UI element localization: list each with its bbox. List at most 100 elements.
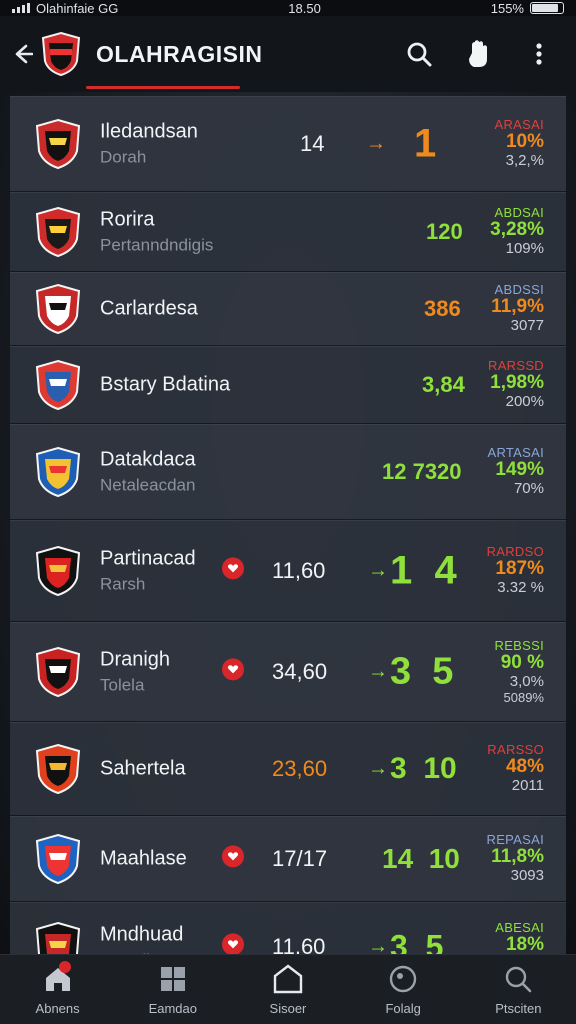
team-names: Bstary Bdatina [100,374,230,397]
team-row[interactable]: Partinacad Rarsh 11,60 → 1 4 RARDSO 187% 3.32 % [10,520,566,622]
stat-code: ABESAI [495,920,544,936]
club-logo [40,31,82,77]
match-score: 11,60 [272,558,326,583]
team-row[interactable]: Maahlase 17/17 14 10 REPASAI 11,8% 3093 [10,816,566,902]
stat-secondary: 3093 [510,867,544,885]
more-vertical-icon[interactable] [516,31,562,77]
nav-label: Abnens [35,1001,80,1016]
team-row[interactable]: Dranigh Tolela 34,60 → 3 5 REBSSI 90 % 3,0% 5089… [10,622,566,722]
team-name: Datakdaca [100,448,196,471]
team-row[interactable]: Rorira Pertanndndigis 120 ABDSAI 3,28% 109% [10,192,566,272]
team-row[interactable]: Iledandsan Dorah 14 → 1 ARASAI 10% 3,2,% [10,96,566,192]
team-name: Sahertela [100,757,186,780]
points-value: 3 5 [390,650,454,693]
stat-block: ARASAI 10% 3,2,% [495,117,544,170]
target-icon [386,963,420,995]
team-row[interactable]: Datakdaca Netaleacdan 12 7320 ARTASAI 149% 70… [10,424,566,520]
stat-percent: 90 % [500,652,544,674]
search-icon[interactable] [396,31,442,77]
team-subtitle: Rarsh [100,574,146,594]
points-value: 386 [424,296,461,321]
stat-code: REBSSI [494,638,544,654]
points-value: 12 7320 [382,459,462,484]
stat-code: RARSSO [487,742,544,758]
team-name: Iledandsan [100,120,198,143]
team-names: Rorira Pertanndndigis [100,209,213,256]
team-row[interactable]: Sahertela 23,60 → 3 10 RARSSO 48% 2011 [10,722,566,816]
team-row[interactable]: Bstary Bdatina 3,84 RARSSD 1,98% 200% [10,346,566,424]
team-row[interactable]: Carlardesa 386 ABDSSI 11,9% 3077 [10,272,566,346]
team-crest-icon [34,646,82,698]
grid-icon [156,963,190,995]
points-value: 3 10 [390,752,457,785]
team-names: Maahlase [100,848,187,871]
favorite-heart-icon[interactable] [222,845,244,868]
home-icon [41,961,75,995]
team-names: Sahertela [100,758,186,781]
search-icon [501,963,535,995]
favorite-heart-icon[interactable] [222,658,244,681]
points-value: 120 [426,219,463,244]
stat-secondary: 70% [513,480,544,498]
team-names: Iledandsan Dorah [100,121,198,168]
stat-percent: 11,8% [491,846,544,868]
active-tab-indicator [86,86,240,89]
stat-secondary: 3077 [510,317,544,335]
carrier-label: Olahinfaie GG [36,0,119,16]
team-name: Mndhuad [100,923,184,946]
stat-secondary: 2011 [511,777,544,795]
favorite-heart-icon[interactable] [222,933,244,956]
points-value: 1 4 [390,548,457,593]
team-crest-icon [34,283,82,335]
battery-label: 155% [490,0,524,16]
points-value: 3,84 [422,372,465,397]
stat-percent: 10% [505,131,544,153]
stat-percent: 3,28% [490,219,544,241]
stat-code: RARSSD [488,358,544,374]
match-score: 23,60 [272,756,328,781]
team-subtitle: Tolela [100,675,145,695]
page-title: OLAHRAGISIN [96,40,263,67]
stat-code: ARTASAI [487,445,544,461]
stat-secondary: 3,2,% [505,152,544,170]
stat-percent: 11,9% [491,296,544,318]
team-name: Bstary Bdatina [100,373,231,396]
nav-item[interactable]: Sisoer [233,963,343,1016]
stat-secondary: 3,0% [509,673,544,691]
stat-secondary: 3.32 % [497,579,544,597]
nav-item[interactable]: Eamdao [118,963,228,1016]
status-bar: Olahinfaie GG 18.50 155% [0,0,576,16]
clock: 18.50 [288,0,321,16]
nav-label: Folalg [385,1001,421,1016]
trend-arrow-icon: → [368,559,388,582]
nav-label: Eamdao [148,1001,197,1016]
match-score: 17/17 [272,846,328,871]
back-arrow-icon[interactable] [6,34,38,74]
team-name: Partinacad [100,547,196,570]
trend-arrow-icon: → [368,660,388,683]
stat-block: RARSSO 48% 2011 [487,742,544,795]
stat-code: ABDSAI [494,205,544,221]
team-crest-icon [34,118,82,170]
stat-block: REBSSI 90 % 3,0% 5089% [494,638,544,705]
stat-block: RARSSD 1,98% 200% [488,358,544,411]
nav-label: Sisoer [269,1001,307,1016]
points-value: 14 10 [382,843,460,874]
favorite-heart-icon[interactable] [222,557,244,580]
nav-item[interactable]: Abnens [3,961,113,1016]
signal-icon [12,3,30,13]
team-crest-icon [34,206,82,258]
nav-item[interactable]: Ptsciten [463,963,573,1016]
team-name: Carlardesa [100,297,198,320]
hand-icon[interactable] [456,31,502,77]
nav-label: Ptsciten [495,1001,542,1016]
team-crest-icon [34,743,82,795]
team-name: Dranigh [100,648,171,671]
stat-percent: 1,98% [490,372,544,394]
points-value: 1 [414,121,437,166]
team-crest-icon [34,545,82,597]
nav-item[interactable]: Folalg [348,963,458,1016]
notification-badge [58,961,71,973]
team-crest-icon [34,833,82,885]
stat-code: ABDSSI [494,282,544,298]
